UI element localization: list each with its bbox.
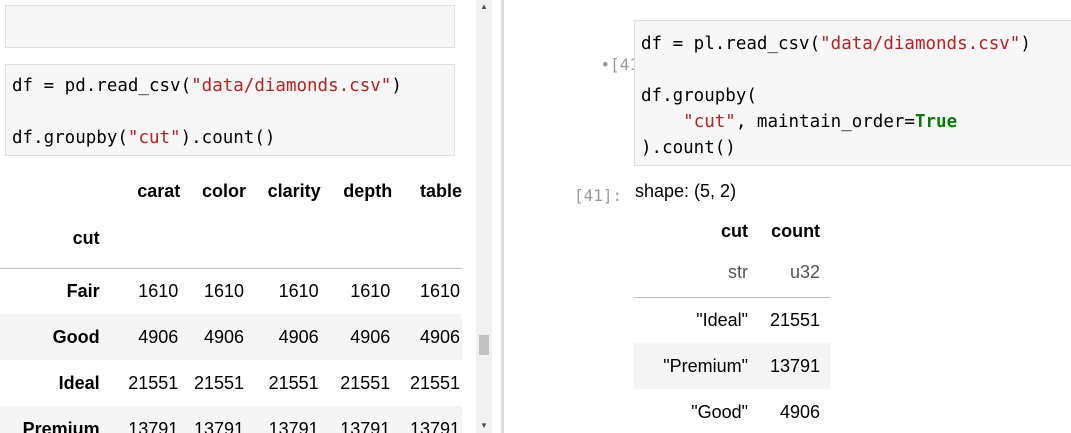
empty-cell <box>246 210 321 269</box>
table-cell: 1610 <box>350 280 391 301</box>
code-line: "cut", maintain_order=True <box>641 109 1065 135</box>
column-header: cut <box>721 220 748 241</box>
code-text: ).count() <box>641 138 736 158</box>
column-header: color <box>201 180 246 201</box>
dtype-cell: u32 <box>758 249 831 298</box>
table-row: Premium 13791 13791 13791 13791 13791 <box>0 406 462 433</box>
table-cell: 13791 <box>268 418 319 433</box>
code-text: ) <box>391 76 402 96</box>
table-cell: "Good" <box>691 401 748 422</box>
table-cell: 4906 <box>350 326 391 347</box>
code-text: , maintain_order= <box>735 112 915 132</box>
table-cell: 1610 <box>138 280 179 301</box>
table-cell: 21551 <box>409 372 460 393</box>
table-cell: 13791 <box>128 418 179 433</box>
table-cell: 4906 <box>780 401 821 422</box>
row-label: Good <box>52 326 100 347</box>
table-cell: 21551 <box>770 309 821 330</box>
code-string: "cut" <box>127 128 181 148</box>
table-cell: 13791 <box>770 355 821 376</box>
pandas-output-table: carat color clarity depth table cut Fair 1610 16… <box>0 172 462 433</box>
scroll-down-arrow-icon[interactable]: ▼ <box>476 419 492 433</box>
empty-cell <box>107 210 181 269</box>
dtype-row: str u32 <box>634 249 831 298</box>
table-cell: "Ideal" <box>696 309 748 330</box>
column-header: depth <box>343 180 393 201</box>
code-line: df.groupby( <box>641 83 1065 109</box>
empty-cell <box>392 210 462 269</box>
table-row: Fair 1610 1610 1610 1610 1610 <box>0 268 462 314</box>
table-cell: 13791 <box>340 418 391 433</box>
code-line: df = pl.read_csv("data/diamonds.csv") <box>641 31 1065 57</box>
code-keyword: True <box>914 112 958 132</box>
table-cell: 4906 <box>278 326 319 347</box>
column-header: count <box>771 220 821 241</box>
table-cell: 13791 <box>193 418 244 433</box>
table-header-row: carat color clarity depth table <box>0 172 462 210</box>
code-line: df = pd.read_csv("data/diamonds.csv") <box>12 73 448 99</box>
table-cell: 21551 <box>128 372 179 393</box>
shape-label: shape: (5, 2) <box>635 181 737 201</box>
dtype-cell: str <box>634 249 758 298</box>
table-header-row: cut count <box>634 213 830 249</box>
left-notebook-pane[interactable]: df = pd.read_csv("data/diamonds.csv") df.… <box>0 0 462 433</box>
right-notebook-pane[interactable]: • [41]: df = pl.read_csv("data/diamonds.c… <box>504 0 1071 433</box>
code-text: df = pl.read_csv( <box>641 34 821 54</box>
table-cell: 1610 <box>419 280 460 301</box>
table-row: "Good" 4906 <box>634 389 830 433</box>
polars-output-table: cut count str u32 "Ideal" 21551 "Premium" 13791… <box>634 213 831 433</box>
table-row: "Ideal" 21551 <box>634 297 830 343</box>
column-header: clarity <box>267 180 321 201</box>
polars-code-cell[interactable]: df = pl.read_csv("data/diamonds.csv") df.… <box>634 20 1071 166</box>
table-cell: 4906 <box>419 326 460 347</box>
table-cell: 21551 <box>193 372 244 393</box>
table-cell: 1610 <box>278 280 319 301</box>
table-cell: 21551 <box>340 372 391 393</box>
index-name-row: cut <box>0 210 462 269</box>
code-string: "cut" <box>683 112 736 132</box>
table-cell: 13791 <box>409 418 460 433</box>
empty-cell <box>320 210 393 269</box>
code-string: "data/diamonds.csv" <box>820 34 1021 54</box>
left-pane-scrollbar[interactable]: ▲ ▼ <box>476 0 492 433</box>
row-label: Ideal <box>58 372 100 393</box>
row-label: Premium <box>22 418 100 433</box>
code-text: df.groupby( <box>641 86 757 106</box>
table-cell: 4906 <box>203 326 244 347</box>
code-text: ) <box>1020 34 1031 54</box>
table-cell: 21551 <box>268 372 319 393</box>
code-line: df.groupby("cut").count() <box>12 125 448 151</box>
table-corner <box>0 172 108 210</box>
scrollbar-thumb[interactable] <box>479 335 489 355</box>
scroll-up-arrow-icon[interactable]: ▲ <box>476 0 492 14</box>
code-string: "data/diamonds.csv" <box>191 76 392 96</box>
table-row: "Premium" 13791 <box>634 343 831 389</box>
pandas-code-cell[interactable]: df = pd.read_csv("data/diamonds.csv") df.… <box>5 64 455 156</box>
index-name: cut <box>0 210 108 269</box>
empty-cell <box>180 210 246 269</box>
table-row: Ideal 21551 21551 21551 21551 21551 <box>0 360 462 406</box>
table-row: Good 4906 4906 4906 4906 4906 <box>0 314 462 360</box>
code-text: df.groupby( <box>12 128 128 148</box>
column-header: table <box>419 180 462 201</box>
row-label: Fair <box>66 280 100 301</box>
code-text: ).count() <box>180 128 276 148</box>
output-prompt: [41]: <box>574 186 623 205</box>
column-header: carat <box>137 180 181 201</box>
empty-code-cell[interactable] <box>5 5 455 48</box>
unsaved-marker: • <box>600 55 611 74</box>
code-line: ).count() <box>641 135 1065 161</box>
table-cell: 1610 <box>203 280 244 301</box>
code-text: df = pd.read_csv( <box>12 76 192 96</box>
table-cell: 4906 <box>138 326 179 347</box>
table-cell: "Premium" <box>663 355 748 376</box>
